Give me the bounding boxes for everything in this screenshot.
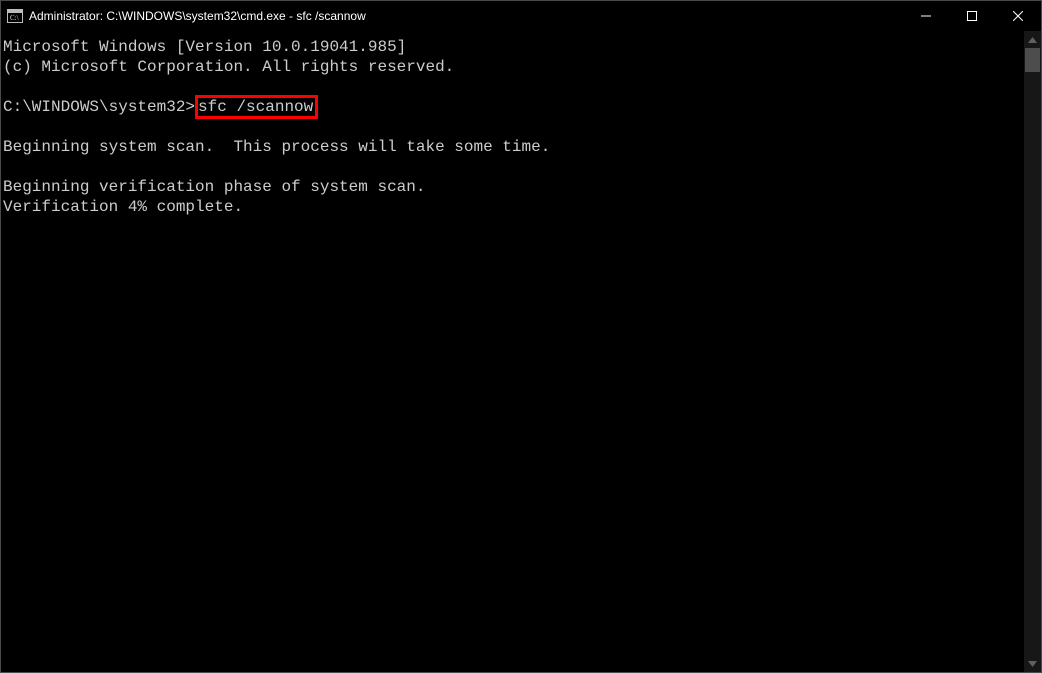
terminal-output[interactable]: Microsoft Windows [Version 10.0.19041.98…: [1, 31, 1024, 672]
output-line: Microsoft Windows [Version 10.0.19041.98…: [3, 38, 406, 56]
scroll-thumb[interactable]: [1025, 48, 1040, 72]
scroll-track[interactable]: [1024, 48, 1041, 655]
cmd-icon: C:\: [7, 8, 23, 24]
close-button[interactable]: [995, 1, 1041, 31]
titlebar[interactable]: C:\ Administrator: C:\WINDOWS\system32\c…: [1, 1, 1041, 31]
prompt: C:\WINDOWS\system32>: [3, 98, 195, 116]
window-title: Administrator: C:\WINDOWS\system32\cmd.e…: [29, 9, 366, 23]
output-line: Verification 4% complete.: [3, 198, 243, 216]
scroll-up-arrow-icon[interactable]: [1024, 31, 1041, 48]
output-line: Beginning system scan. This process will…: [3, 138, 550, 156]
output-line: (c) Microsoft Corporation. All rights re…: [3, 58, 454, 76]
minimize-button[interactable]: [903, 1, 949, 31]
svg-text:C:\: C:\: [10, 14, 19, 22]
vertical-scrollbar[interactable]: [1024, 31, 1041, 672]
scroll-down-arrow-icon[interactable]: [1024, 655, 1041, 672]
content-area: Microsoft Windows [Version 10.0.19041.98…: [1, 31, 1041, 672]
output-line: Beginning verification phase of system s…: [3, 178, 425, 196]
window-controls: [903, 1, 1041, 31]
cmd-window: C:\ Administrator: C:\WINDOWS\system32\c…: [0, 0, 1042, 673]
maximize-button[interactable]: [949, 1, 995, 31]
highlighted-command: sfc /scannow: [195, 95, 318, 119]
